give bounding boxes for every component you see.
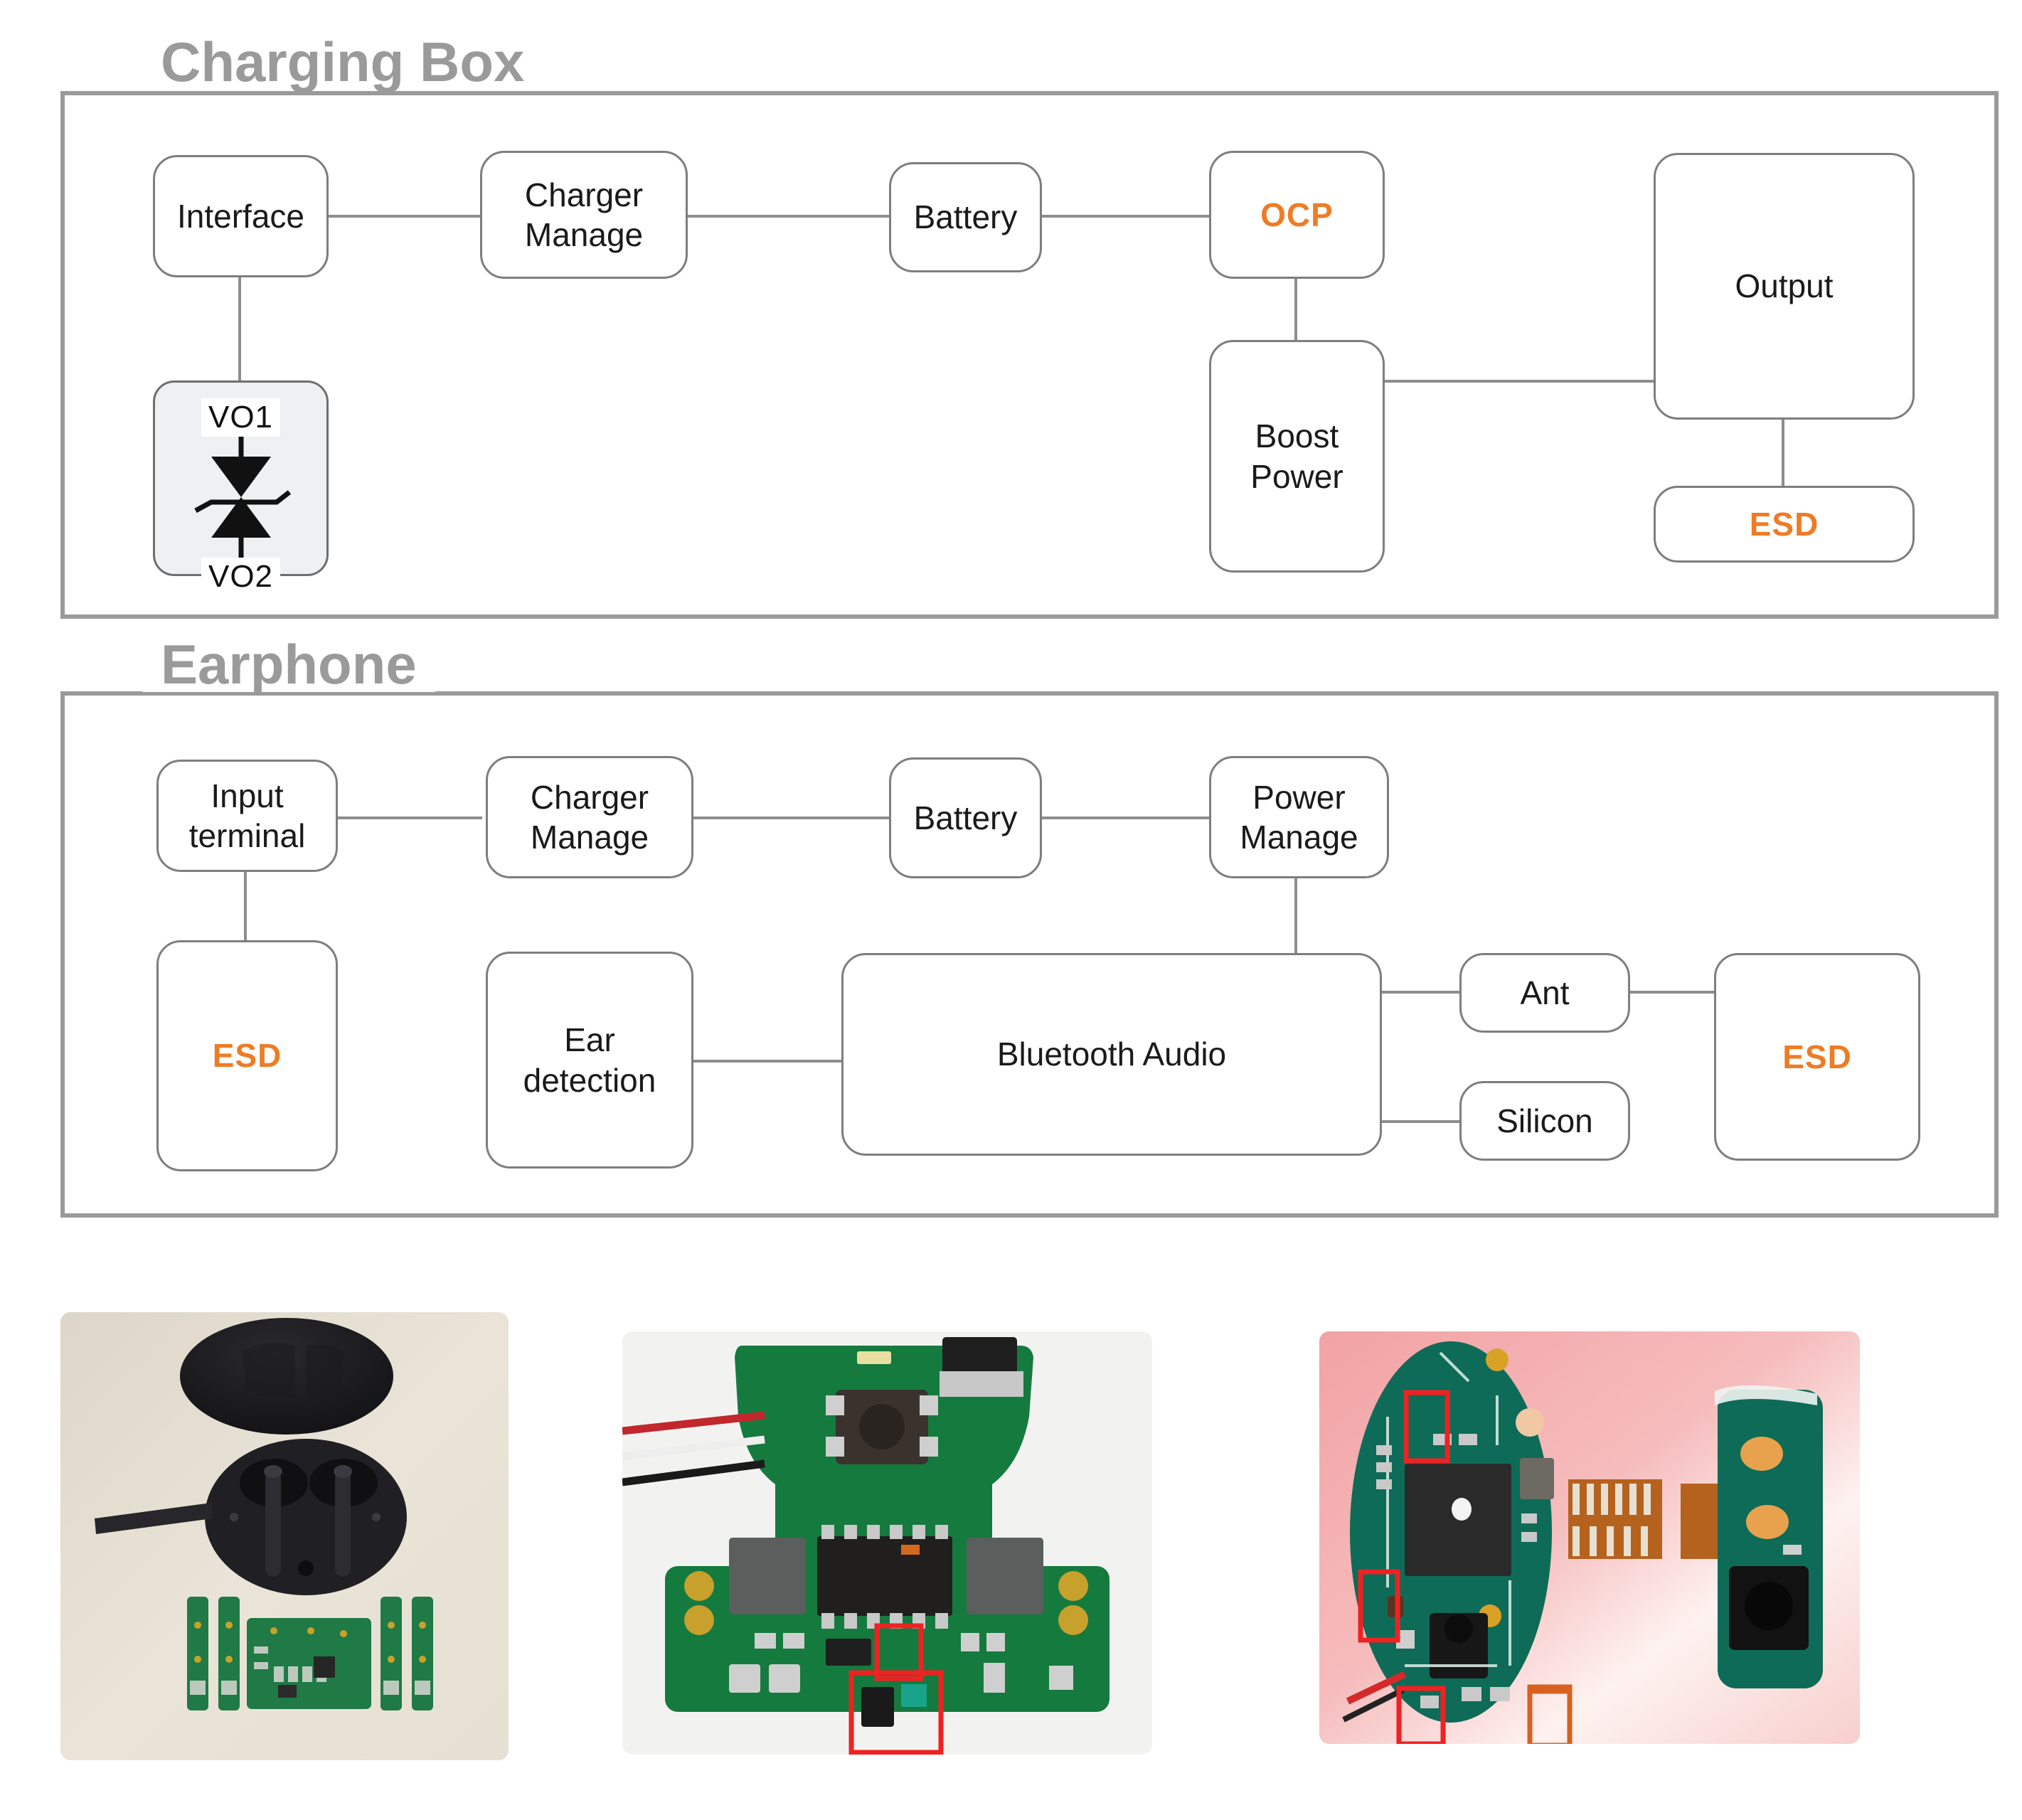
block-ear-detection[interactable]: Ear detection xyxy=(486,952,693,1169)
wire-bt-silicon xyxy=(1380,1120,1462,1123)
wire-battery-ocp xyxy=(1041,215,1211,218)
block-battery-earphone[interactable]: Battery xyxy=(889,757,1042,878)
block-label: ESD xyxy=(1749,505,1819,543)
wire-interface-charger xyxy=(326,215,482,218)
wire-bt-ant xyxy=(1380,991,1462,994)
block-esd-input[interactable]: ESD xyxy=(156,940,338,1171)
block-power-manage[interactable]: Power Manage xyxy=(1209,756,1389,878)
wire-battery-power xyxy=(1039,816,1212,819)
block-label: Bluetooth Audio xyxy=(996,1036,1227,1073)
wire-interface-tvs xyxy=(238,276,241,383)
photo-charging-case xyxy=(60,1312,509,1760)
block-label: Output xyxy=(1735,267,1834,305)
block-label: Charger Manage xyxy=(530,778,649,856)
tvs-symbol-group: VO1 VO2 xyxy=(158,385,324,596)
block-label: Silicon xyxy=(1496,1102,1593,1139)
block-label: Boost Power xyxy=(1250,417,1343,495)
block-tvs-diode[interactable]: VO1 VO2 xyxy=(153,381,329,596)
wire-ocp-boost xyxy=(1294,276,1297,343)
block-label: Power Manage xyxy=(1240,778,1358,856)
block-label: ESD xyxy=(212,1037,282,1075)
block-label: Interface xyxy=(177,197,304,235)
block-charger-manage-earphone[interactable]: Charger Manage xyxy=(486,756,693,878)
block-input-terminal[interactable]: Input terminal xyxy=(156,760,338,872)
wire-input-charger xyxy=(336,816,482,819)
block-label: Charger Manage xyxy=(524,176,644,253)
block-label: ESD xyxy=(1782,1038,1852,1075)
wire-power-bt xyxy=(1294,870,1297,955)
tvs-bottom-label: VO2 xyxy=(201,557,281,596)
wire-boost-output xyxy=(1382,380,1656,383)
block-esd-output[interactable]: ESD xyxy=(1654,486,1915,563)
wire-output-esd xyxy=(1782,418,1784,486)
charging-box-title: Charging Box xyxy=(142,34,543,90)
block-boost-power[interactable]: Boost Power xyxy=(1209,340,1385,573)
block-esd-rf[interactable]: ESD xyxy=(1714,953,1920,1161)
wire-charger-battery-ep xyxy=(693,816,891,819)
tvs-top-label: VO1 xyxy=(201,398,281,437)
wire-charger-battery xyxy=(685,215,891,218)
block-label: Input terminal xyxy=(188,777,306,854)
block-label: Ear detection xyxy=(523,1021,656,1099)
photo-earbud-pcb xyxy=(1319,1331,1860,1744)
bidirectional-zener-diode-icon xyxy=(158,436,324,558)
block-bluetooth-audio[interactable]: Bluetooth Audio xyxy=(841,953,1382,1156)
wire-input-esd xyxy=(244,870,247,941)
block-label: OCP xyxy=(1260,196,1334,233)
block-silicon[interactable]: Silicon xyxy=(1459,1081,1630,1161)
block-ocp[interactable]: OCP xyxy=(1209,151,1385,279)
block-charger-manage[interactable]: Charger Manage xyxy=(480,151,688,279)
photo-case-pcb xyxy=(622,1331,1152,1755)
wire-ant-esd xyxy=(1629,991,1715,994)
block-label: Battery xyxy=(913,799,1018,836)
block-interface[interactable]: Interface xyxy=(153,155,329,277)
block-label: Battery xyxy=(913,198,1018,236)
block-battery[interactable]: Battery xyxy=(889,162,1042,272)
block-output[interactable]: Output xyxy=(1654,153,1915,420)
wire-eardet-bt xyxy=(693,1060,841,1063)
earphone-title: Earphone xyxy=(142,637,435,692)
block-label: Ant xyxy=(1520,974,1570,1011)
block-ant[interactable]: Ant xyxy=(1459,953,1630,1033)
